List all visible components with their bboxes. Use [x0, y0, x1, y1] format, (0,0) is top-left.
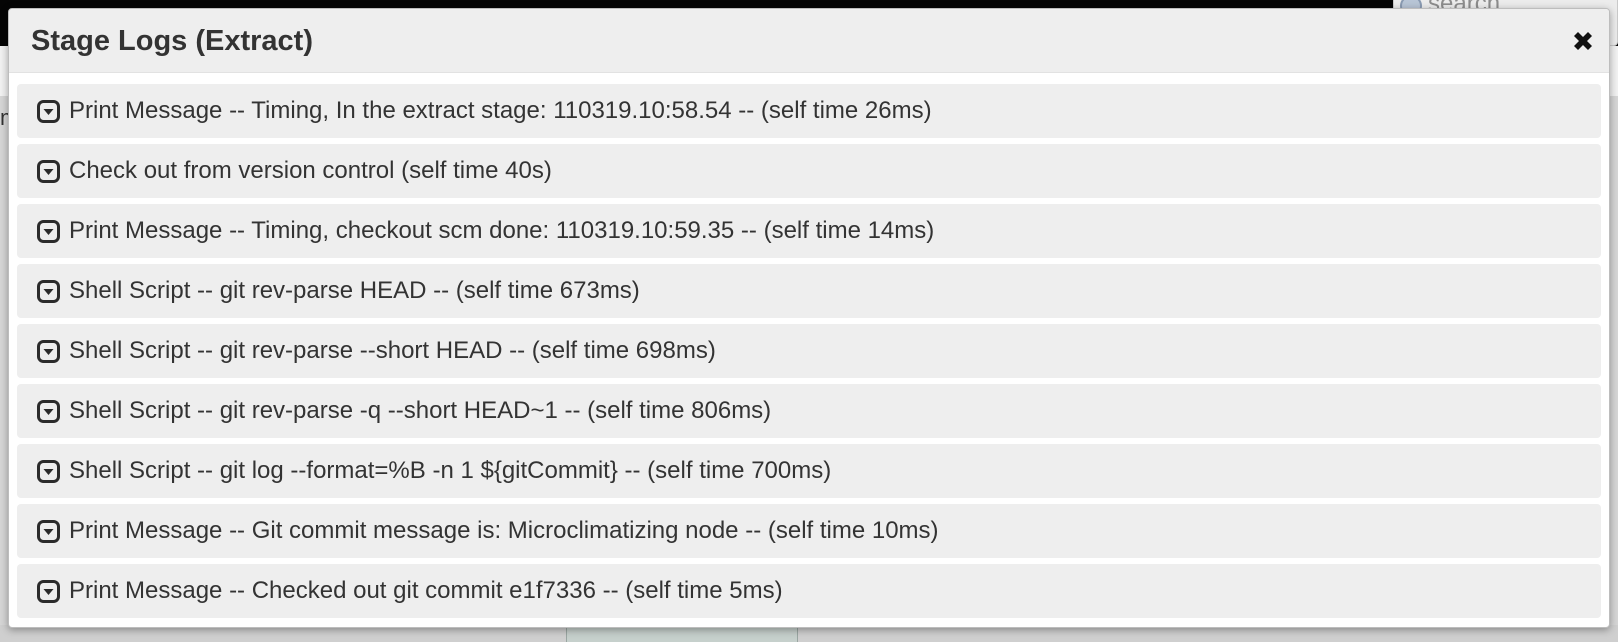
modal-title: Stage Logs (Extract)	[31, 25, 313, 57]
log-entry-text: Check out from version control (self tim…	[69, 157, 552, 184]
chevron-down-square-icon[interactable]	[37, 579, 60, 603]
log-entry-text: Print Message -- Timing, In the extract …	[69, 97, 932, 124]
log-entry-text: Print Message -- Timing, checkout scm do…	[69, 217, 935, 244]
log-entry-text: Shell Script -- git rev-parse HEAD -- (s…	[69, 277, 640, 304]
chevron-down-square-icon[interactable]	[37, 219, 60, 243]
chevron-down-square-icon[interactable]	[37, 159, 60, 183]
chevron-down-square-icon[interactable]	[37, 459, 60, 483]
log-list: Print Message -- Timing, In the extract …	[17, 84, 1601, 624]
log-entry[interactable]: Shell Script -- git rev-parse -q --short…	[17, 384, 1601, 438]
chevron-down-square-icon[interactable]	[37, 519, 60, 543]
log-entry[interactable]: Shell Script -- git log --format=%B -n 1…	[17, 444, 1601, 498]
chevron-down-square-icon[interactable]	[37, 339, 60, 363]
log-entry-text: Print Message -- Checked out git commit …	[69, 577, 783, 604]
log-entry-text: Shell Script -- git log --format=%B -n 1…	[69, 457, 832, 484]
log-entry-text: Shell Script -- git rev-parse --short HE…	[69, 337, 716, 364]
log-entry[interactable]: Print Message -- Timing, In the extract …	[17, 84, 1601, 138]
log-entry[interactable]: Print Message -- Checked out git commit …	[17, 564, 1601, 618]
log-entry-text: Shell Script -- git rev-parse -q --short…	[69, 397, 772, 424]
log-entry[interactable]: Print Message -- Git commit message is: …	[17, 504, 1601, 558]
log-entry[interactable]: Shell Script -- git rev-parse HEAD -- (s…	[17, 264, 1601, 318]
chevron-down-square-icon[interactable]	[37, 99, 60, 123]
log-entry[interactable]: Print Message -- Timing, checkout scm do…	[17, 204, 1601, 258]
chevron-down-square-icon[interactable]	[37, 399, 60, 423]
chevron-down-square-icon[interactable]	[37, 279, 60, 303]
log-entry[interactable]: Check out from version control (self tim…	[17, 144, 1601, 198]
log-entry[interactable]: Shell Script -- git rev-parse --short HE…	[17, 324, 1601, 378]
close-button[interactable]	[1569, 27, 1597, 55]
modal-header: Stage Logs (Extract)	[9, 9, 1609, 73]
close-icon	[1574, 32, 1592, 50]
stage-logs-modal: Stage Logs (Extract) Print Message -- Ti…	[8, 8, 1610, 628]
log-entry-text: Print Message -- Git commit message is: …	[69, 517, 939, 544]
